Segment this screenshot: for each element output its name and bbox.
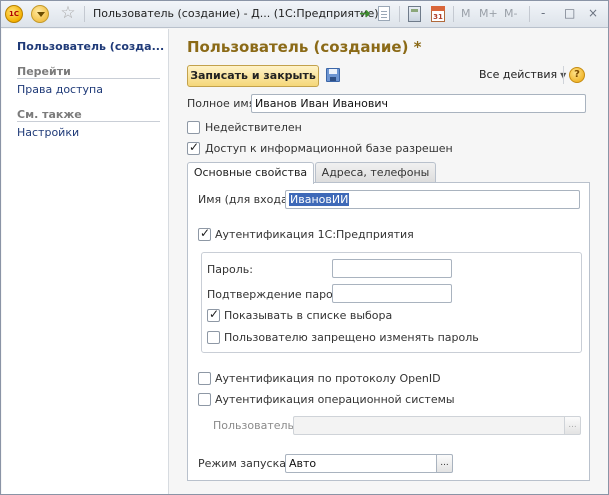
login-name-label: Имя (для входа): bbox=[198, 193, 296, 206]
startup-mode-select-button[interactable]: ... bbox=[436, 454, 453, 473]
os-auth-checkbox[interactable] bbox=[198, 393, 211, 406]
form-area: Пользователь (создание) * Записать и зак… bbox=[170, 29, 608, 494]
toolbar-separator bbox=[563, 66, 564, 84]
calculator-icon[interactable] bbox=[408, 6, 421, 22]
tab-content-main-properties: Имя (для входа): ИвановИИ Аутентификация… bbox=[187, 182, 590, 481]
memory-subtract-button[interactable]: M- bbox=[504, 7, 517, 20]
confirm-password-label: Подтверждение пароля: bbox=[207, 288, 351, 301]
startup-mode-input[interactable]: Авто bbox=[285, 454, 437, 473]
toolbar-separator bbox=[399, 6, 400, 22]
divider bbox=[17, 78, 160, 79]
invalid-checkbox[interactable] bbox=[187, 121, 200, 134]
help-icon[interactable]: ? bbox=[569, 67, 585, 83]
show-in-list-checkbox[interactable] bbox=[207, 307, 220, 322]
close-icon[interactable]: × bbox=[588, 6, 598, 20]
all-actions-label: Все действия bbox=[479, 68, 558, 81]
full-name-label: Полное имя: bbox=[187, 97, 259, 110]
openid-auth-checkbox[interactable] bbox=[198, 372, 211, 385]
full-name-input[interactable]: Иванов Иван Иванович bbox=[251, 94, 586, 113]
memory-add-button[interactable]: M+ bbox=[479, 7, 498, 20]
save-floppy-icon[interactable] bbox=[326, 68, 340, 82]
document-icon[interactable] bbox=[378, 6, 390, 21]
access-allowed-label: Доступ к информационной базе разрешен bbox=[205, 142, 453, 155]
startup-mode-label: Режим запуска: bbox=[198, 457, 290, 470]
toolbar-separator bbox=[453, 6, 454, 22]
navigate-arrow-icon[interactable]: ➜ bbox=[357, 6, 373, 22]
maximize-icon[interactable]: □ bbox=[564, 6, 575, 20]
nav-section-goto: Перейти bbox=[17, 65, 71, 78]
minimize-icon[interactable]: - bbox=[541, 6, 545, 20]
cannot-change-password-label: Пользователю запрещено изменять пароль bbox=[224, 331, 479, 344]
nav-link-settings[interactable]: Настройки bbox=[17, 126, 79, 139]
tab-main-properties[interactable]: Основные свойства bbox=[187, 162, 314, 184]
nav-section-see-also: См. также bbox=[17, 108, 82, 121]
application-window: 1С ☆ Пользователь (создание) - Д... (1С:… bbox=[0, 0, 609, 495]
openid-auth-label: Аутентификация по протоколу OpenID bbox=[215, 372, 441, 385]
invalid-label: Недействителен bbox=[205, 121, 302, 134]
all-actions-menu[interactable]: Все действия▼ bbox=[479, 68, 566, 81]
nav-link-access-rights[interactable]: Права доступа bbox=[17, 83, 103, 96]
show-in-list-label: Показывать в списке выбора bbox=[224, 309, 393, 322]
access-allowed-checkbox[interactable] bbox=[187, 140, 200, 155]
nav-panel-title[interactable]: Пользователь (созда... bbox=[17, 40, 164, 53]
page-title: Пользователь (создание) * bbox=[187, 38, 422, 56]
toolbar-separator bbox=[529, 6, 530, 22]
login-name-value: ИвановИИ bbox=[289, 193, 350, 206]
save-and-close-button[interactable]: Записать и закрыть bbox=[187, 65, 319, 87]
divider bbox=[17, 121, 160, 122]
main-menu-icon[interactable] bbox=[31, 5, 49, 23]
auth-1c-checkbox[interactable] bbox=[198, 226, 211, 241]
password-label: Пароль: bbox=[207, 263, 253, 276]
cannot-change-password-checkbox[interactable] bbox=[207, 331, 220, 344]
os-user-select-button[interactable]: ... bbox=[564, 416, 581, 435]
os-user-label: Пользователь: bbox=[213, 419, 298, 432]
auth-1c-label: Аутентификация 1С:Предприятия bbox=[215, 228, 414, 241]
password-input[interactable] bbox=[332, 259, 452, 278]
calendar-icon[interactable]: 31 bbox=[431, 6, 445, 22]
login-name-input[interactable]: ИвановИИ bbox=[285, 190, 580, 209]
toolbar-separator bbox=[84, 6, 85, 22]
memory-store-button[interactable]: M bbox=[461, 7, 471, 20]
password-group: Пароль: Подтверждение пароля: Показывать… bbox=[201, 252, 582, 353]
tab-addresses-phones[interactable]: Адреса, телефоны bbox=[315, 162, 436, 183]
os-auth-label: Аутентификация операционной системы bbox=[215, 393, 455, 406]
window-title: Пользователь (создание) - Д... (1С:Предп… bbox=[93, 7, 379, 20]
1c-logo-icon[interactable]: 1С bbox=[5, 5, 23, 23]
navigation-panel: Пользователь (созда... Перейти Права дос… bbox=[2, 29, 169, 494]
favorites-star-icon[interactable]: ☆ bbox=[59, 4, 77, 22]
confirm-password-input[interactable] bbox=[332, 284, 452, 303]
os-user-input[interactable] bbox=[293, 416, 565, 435]
title-bar: 1С ☆ Пользователь (создание) - Д... (1С:… bbox=[1, 1, 608, 28]
